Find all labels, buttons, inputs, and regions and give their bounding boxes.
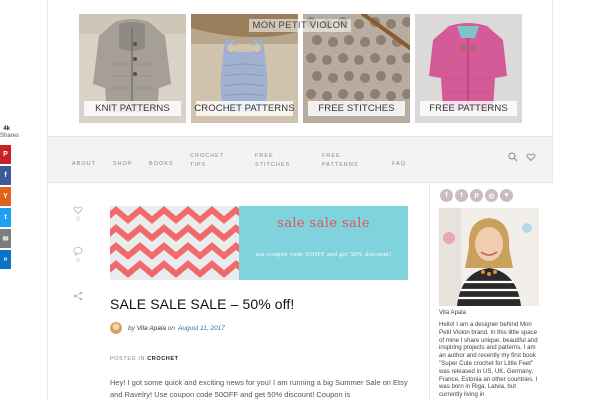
- post-byline: by Vita Apala on August 11, 2017: [110, 321, 225, 335]
- nav-item-about[interactable]: ABOUT: [72, 160, 96, 169]
- author-portrait: [439, 208, 539, 306]
- pinterest-icon[interactable]: p: [470, 189, 483, 202]
- tile-label: FREE PATTERNS: [420, 101, 517, 116]
- facebook-icon[interactable]: f: [440, 189, 453, 202]
- facebook-icon: f: [4, 172, 7, 179]
- banner-headline: sale sale sale: [277, 216, 370, 231]
- share-count: 4k Shares: [0, 126, 20, 140]
- chevron-pattern: [110, 206, 250, 280]
- tile-label: CROCHET PATTERNS: [194, 101, 295, 116]
- yummly-share-button[interactable]: Y: [0, 187, 11, 206]
- nav-item-faq[interactable]: FAQ: [392, 160, 406, 169]
- date-prefix: on: [167, 324, 176, 332]
- social-links: f t p ◎ ♥: [440, 189, 513, 202]
- author-photo: [439, 208, 539, 306]
- sale-banner[interactable]: sale sale sale use coupon code 50OFF and…: [110, 206, 408, 280]
- nav-item-free-stitches[interactable]: FREE STITCHES: [255, 152, 290, 170]
- share-icon[interactable]: [73, 291, 83, 301]
- heart-icon[interactable]: [526, 152, 536, 162]
- like-count: 0: [76, 217, 80, 223]
- nav-item-shop[interactable]: SHOP: [113, 160, 133, 169]
- blog-page: KNIT PATTERNS CROCHET PATTERNS FREE STIT…: [0, 0, 600, 400]
- nav-item-free-patterns[interactable]: FREE PATTERNS: [322, 152, 359, 170]
- banner-subtext: use coupon code 50OFF and get 50% discou…: [255, 251, 392, 258]
- post-title[interactable]: SALE SALE SALE – 50% off!: [110, 296, 294, 312]
- twitter-icon[interactable]: t: [455, 189, 468, 202]
- instagram-icon[interactable]: ◎: [485, 189, 498, 202]
- share-count-label: Shares: [0, 133, 20, 139]
- bio-name: Vita Apala: [439, 310, 466, 316]
- email-icon: ✉: [2, 235, 9, 243]
- post-excerpt: Hey! I got some quick and exciting news …: [110, 378, 408, 399]
- tile-label: FREE STITCHES: [308, 101, 405, 116]
- facebook-share-button[interactable]: f: [0, 166, 11, 185]
- search-icon[interactable]: [508, 152, 518, 162]
- byline-prefix: by: [128, 324, 135, 332]
- pinterest-share-button[interactable]: P: [0, 145, 11, 164]
- comment-count: 0: [76, 258, 80, 264]
- share-count-number: 4k: [3, 126, 10, 132]
- yummly-icon: Y: [3, 193, 8, 200]
- sumome-share-button[interactable]: »: [0, 250, 11, 269]
- post-date[interactable]: August 11, 2017: [178, 325, 225, 332]
- chevron-stripes: [110, 206, 250, 280]
- author-link[interactable]: Vita Apala: [137, 325, 166, 332]
- twitter-share-button[interactable]: t: [0, 208, 11, 227]
- pinterest-icon: P: [3, 151, 8, 158]
- email-share-button[interactable]: ✉: [0, 229, 11, 248]
- like-heart-icon[interactable]: [73, 205, 83, 215]
- sumome-icon: »: [3, 256, 8, 263]
- sale-panel: sale sale sale use coupon code 50OFF and…: [239, 206, 408, 280]
- category-link[interactable]: CROCHET: [147, 356, 178, 362]
- tile-label: KNIT PATTERNS: [84, 101, 181, 116]
- sidebar-divider: [429, 183, 430, 400]
- nav-item-crochet-tips[interactable]: CROCHET TIPS: [190, 152, 224, 170]
- heart-icon[interactable]: ♥: [500, 189, 513, 202]
- comment-icon[interactable]: [73, 246, 83, 256]
- post-category-line: POSTED IN CROCHET: [110, 356, 179, 362]
- site-title-text[interactable]: MON PETIT VIOLON: [248, 19, 352, 32]
- posted-in-label: POSTED IN: [110, 356, 146, 362]
- bio-text: Hello! I am a designer behind Mon Petit …: [439, 321, 538, 399]
- site-title[interactable]: MON PETIT VIOLON: [47, 19, 553, 32]
- nav-item-books[interactable]: BOOKS: [149, 160, 174, 169]
- author-avatar[interactable]: [110, 322, 122, 334]
- twitter-icon: t: [4, 214, 7, 221]
